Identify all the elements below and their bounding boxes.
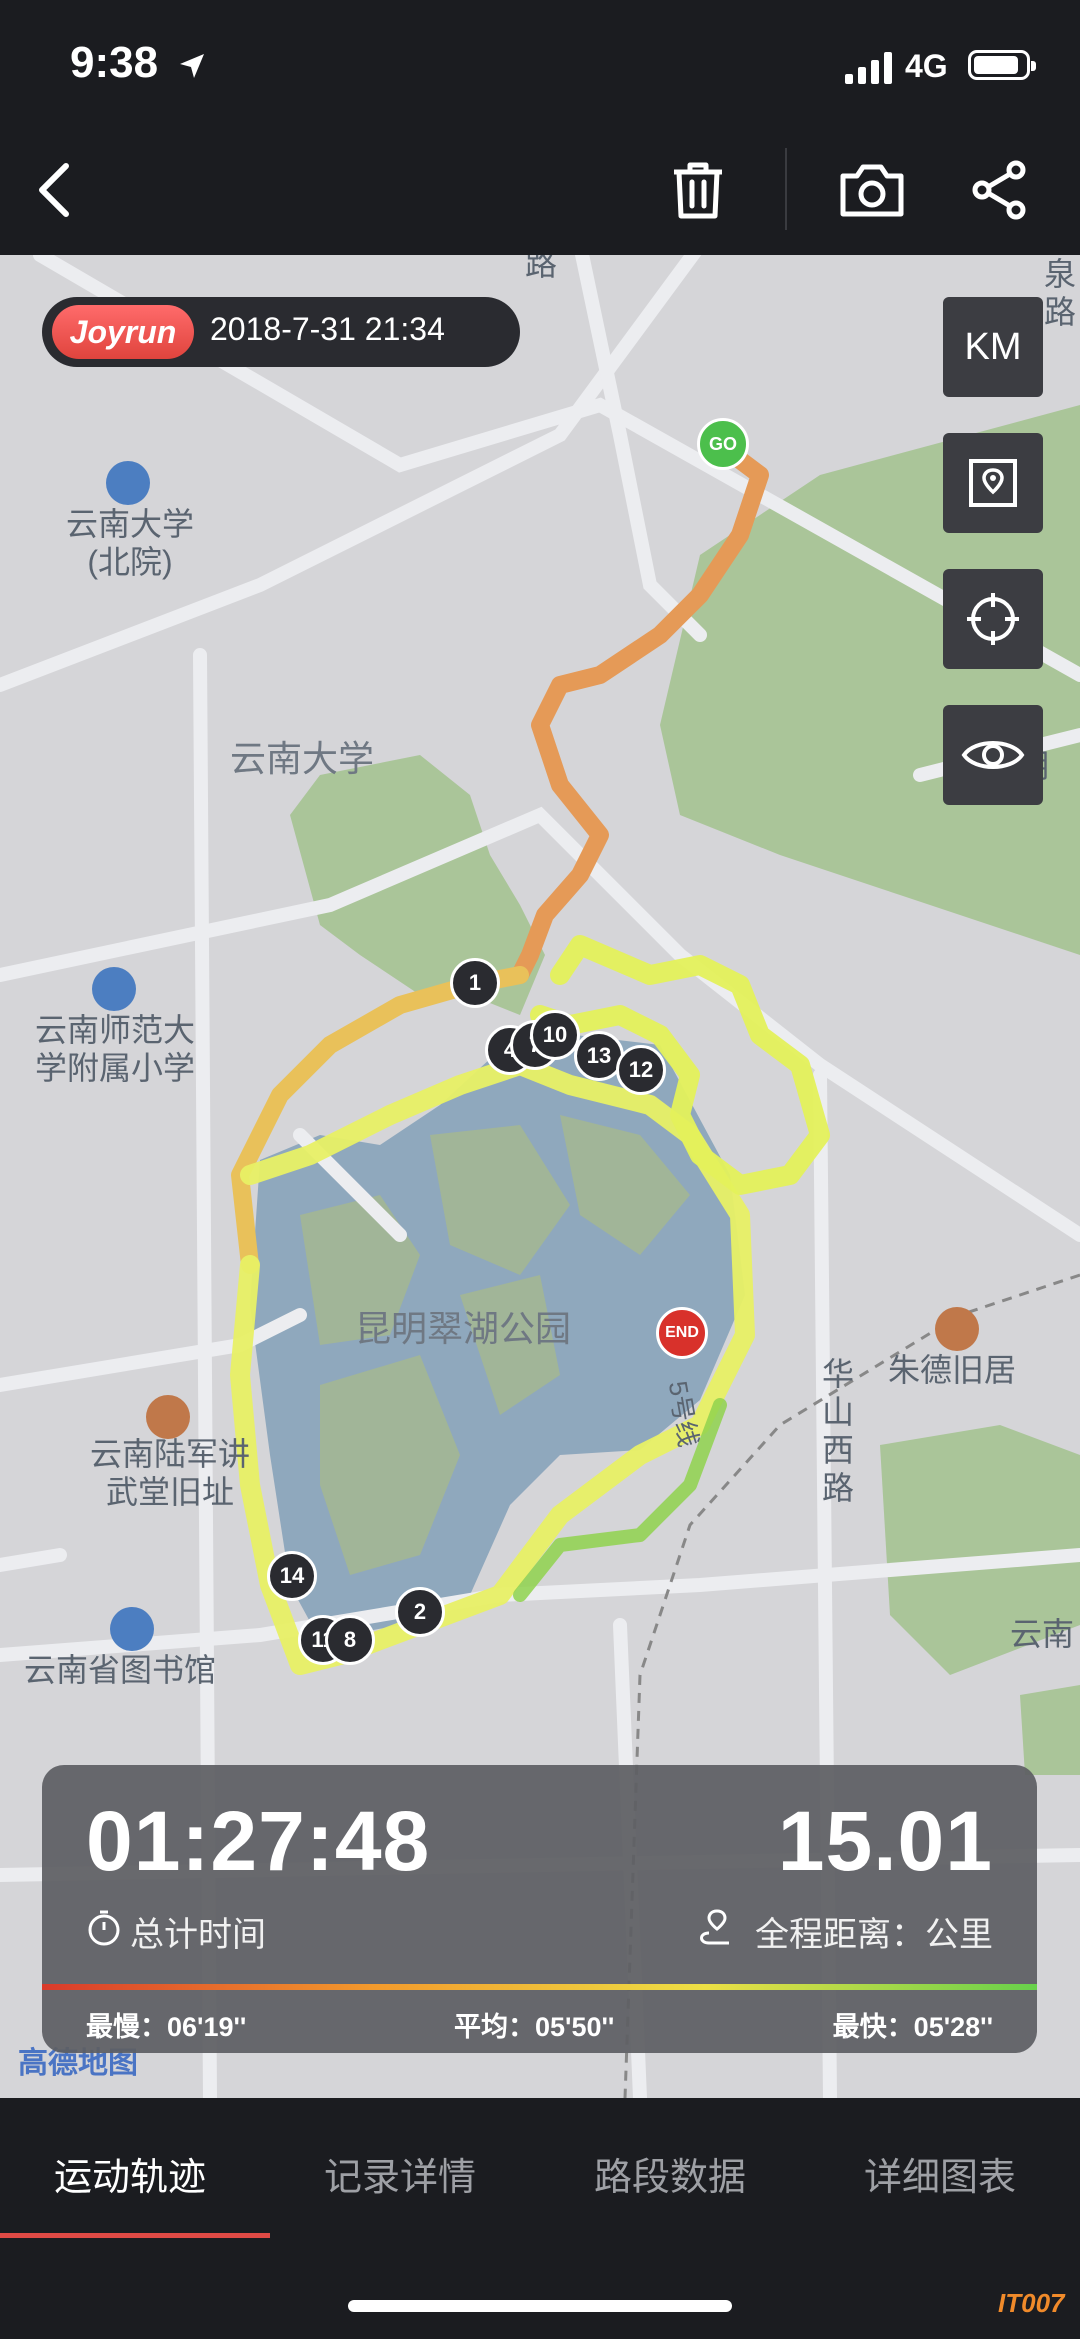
end-marker[interactable]: END [656, 1307, 708, 1359]
delete-button[interactable] [658, 150, 738, 230]
green-area [1020, 1685, 1080, 1775]
start-marker[interactable]: GO [697, 418, 749, 470]
map-label: 昆明翠湖公园 [355, 1308, 572, 1349]
distance-value: 15.01 [777, 1794, 993, 1888]
map-label: 云南省图书馆 [24, 1652, 217, 1688]
locate-button[interactable] [943, 569, 1043, 669]
location-pin-icon [969, 459, 1017, 507]
camera-icon [840, 164, 904, 217]
status-bar: 9:38 4G [0, 0, 1080, 130]
pace-gradient-bar [42, 1984, 1037, 1990]
total-time-value: 01:27:48 [86, 1794, 431, 1888]
unit-toggle-button[interactable]: KM [943, 297, 1043, 397]
distance-label: 全程距离：公里 [755, 1916, 993, 1954]
map-label: 路 [525, 255, 558, 282]
km-marker[interactable]: 14 [267, 1551, 317, 1601]
fastest-pace: 最快：05'28'' [832, 2012, 993, 2042]
map-label: 云南大学 [230, 738, 375, 779]
run-datetime: 2018-7-31 21:34 [210, 311, 445, 347]
nav-bar [0, 130, 1080, 255]
landmark-icon [146, 1395, 190, 1439]
tab-track[interactable]: 运动轨迹 [54, 2146, 206, 2201]
average-pace: 平均：05'50'' [454, 2012, 615, 2042]
landmark-icon [935, 1307, 979, 1351]
tab-segment-data[interactable]: 路段数据 [594, 2146, 746, 2201]
active-tab-indicator [0, 2233, 270, 2238]
status-time: 9:38 [70, 38, 159, 87]
map-label: 华 山 西 路 [821, 1356, 854, 1506]
map-label: 朱德旧居 [888, 1352, 1017, 1388]
eye-icon [961, 741, 1025, 769]
map-label: 云南师范大 学附属小学 [34, 1012, 195, 1086]
map-type-button[interactable] [943, 433, 1043, 533]
km-marker[interactable]: 8 [325, 1615, 375, 1665]
slowest-pace: 最慢：06'19'' [86, 2012, 247, 2042]
total-time-label: 总计时间 [130, 1916, 266, 1954]
visibility-button[interactable] [943, 705, 1043, 805]
route-distance-icon [700, 1909, 729, 1945]
school-icon [106, 461, 150, 505]
map-label: 云南陆军讲 武堂旧址 [89, 1436, 250, 1510]
stats-panel: 01:27:48 15.01 总计时间 全程距离：公里 最慢：06'19'' 平… [42, 1765, 1037, 2053]
tab-record-details[interactable]: 记录详情 [324, 2146, 476, 2201]
network-type: 4G [905, 48, 948, 84]
map-label: 云南大学 (北院) [65, 506, 194, 580]
joyrun-logo: Joyrun [52, 305, 194, 359]
tab-detail-charts[interactable]: 详细图表 [864, 2146, 1016, 2201]
share-icon [972, 160, 1026, 220]
chevron-left-icon [39, 163, 69, 217]
battery-icon [968, 50, 1036, 80]
trash-icon [674, 162, 722, 219]
home-indicator[interactable] [348, 2300, 732, 2312]
km-marker[interactable]: 2 [395, 1587, 445, 1637]
back-button[interactable] [14, 150, 94, 230]
km-marker[interactable]: 12 [616, 1045, 666, 1095]
camera-button[interactable] [832, 150, 912, 230]
share-button[interactable] [960, 150, 1040, 230]
tab-bar: 运动轨迹 记录详情 路段数据 详细图表 [0, 2098, 1080, 2238]
stopwatch-icon [88, 1910, 120, 1946]
run-badge: Joyrun 2018-7-31 21:34 [42, 297, 520, 367]
map-label: 泉 路 [1043, 256, 1076, 330]
location-arrow-icon [180, 54, 204, 78]
signal-icon [845, 52, 892, 84]
watermark: IT007 [998, 2288, 1065, 2318]
locate-target-icon [967, 593, 1019, 645]
school-icon [92, 967, 136, 1011]
map-label: 云南 [1010, 1616, 1075, 1652]
library-icon [110, 1607, 154, 1651]
nav-divider [785, 148, 787, 230]
km-marker[interactable]: 10 [530, 1010, 580, 1060]
km-marker[interactable]: 1 [450, 958, 500, 1008]
